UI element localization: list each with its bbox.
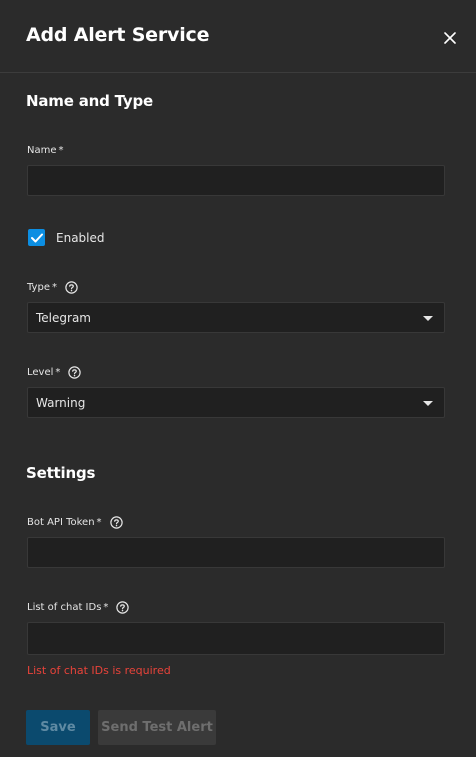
section-title-name-and-type: Name and Type	[26, 92, 154, 110]
chat-ids-label: List of chat IDs *	[27, 601, 130, 614]
section-title-settings: Settings	[26, 464, 96, 482]
bot-api-token-label: Bot API Token *	[27, 516, 123, 529]
chat-ids-input[interactable]	[27, 622, 445, 655]
checkmark-icon	[30, 233, 43, 242]
bot-api-token-input[interactable]	[27, 537, 445, 568]
help-icon[interactable]	[116, 601, 130, 614]
level-label: Level *	[27, 366, 82, 379]
enabled-checkbox[interactable]	[28, 229, 45, 246]
required-mark: *	[103, 602, 109, 613]
send-test-alert-button[interactable]: Send Test Alert	[98, 710, 216, 745]
required-mark: *	[51, 282, 57, 293]
type-label: Type *	[27, 281, 78, 294]
chat-ids-label-text: List of chat IDs	[27, 602, 102, 613]
required-mark: *	[96, 517, 102, 528]
enabled-label[interactable]: Enabled	[56, 231, 105, 245]
level-label-text: Level	[27, 367, 54, 378]
chat-ids-error-message: List of chat IDs is required	[27, 664, 171, 677]
type-label-text: Type	[27, 282, 50, 293]
dialog-header: Add Alert Service	[0, 0, 476, 73]
name-input[interactable]	[27, 165, 445, 196]
name-label: Name *	[27, 145, 64, 156]
dialog-title: Add Alert Service	[26, 24, 210, 46]
name-label-text: Name	[27, 145, 57, 156]
dropdown-arrow-icon	[423, 316, 433, 321]
required-mark: *	[55, 367, 61, 378]
level-select[interactable]: Warning	[27, 387, 445, 418]
bot-api-token-label-text: Bot API Token	[27, 517, 95, 528]
help-icon[interactable]	[68, 366, 82, 379]
level-select-value: Warning	[36, 396, 86, 410]
dropdown-arrow-icon	[423, 401, 433, 406]
required-mark: *	[58, 145, 64, 156]
close-icon	[444, 32, 456, 44]
help-icon[interactable]	[65, 281, 78, 294]
help-icon[interactable]	[109, 516, 123, 529]
save-button[interactable]: Save	[26, 710, 90, 745]
close-button[interactable]	[440, 28, 460, 48]
type-select[interactable]: Telegram	[27, 302, 445, 333]
type-select-value: Telegram	[36, 311, 91, 325]
